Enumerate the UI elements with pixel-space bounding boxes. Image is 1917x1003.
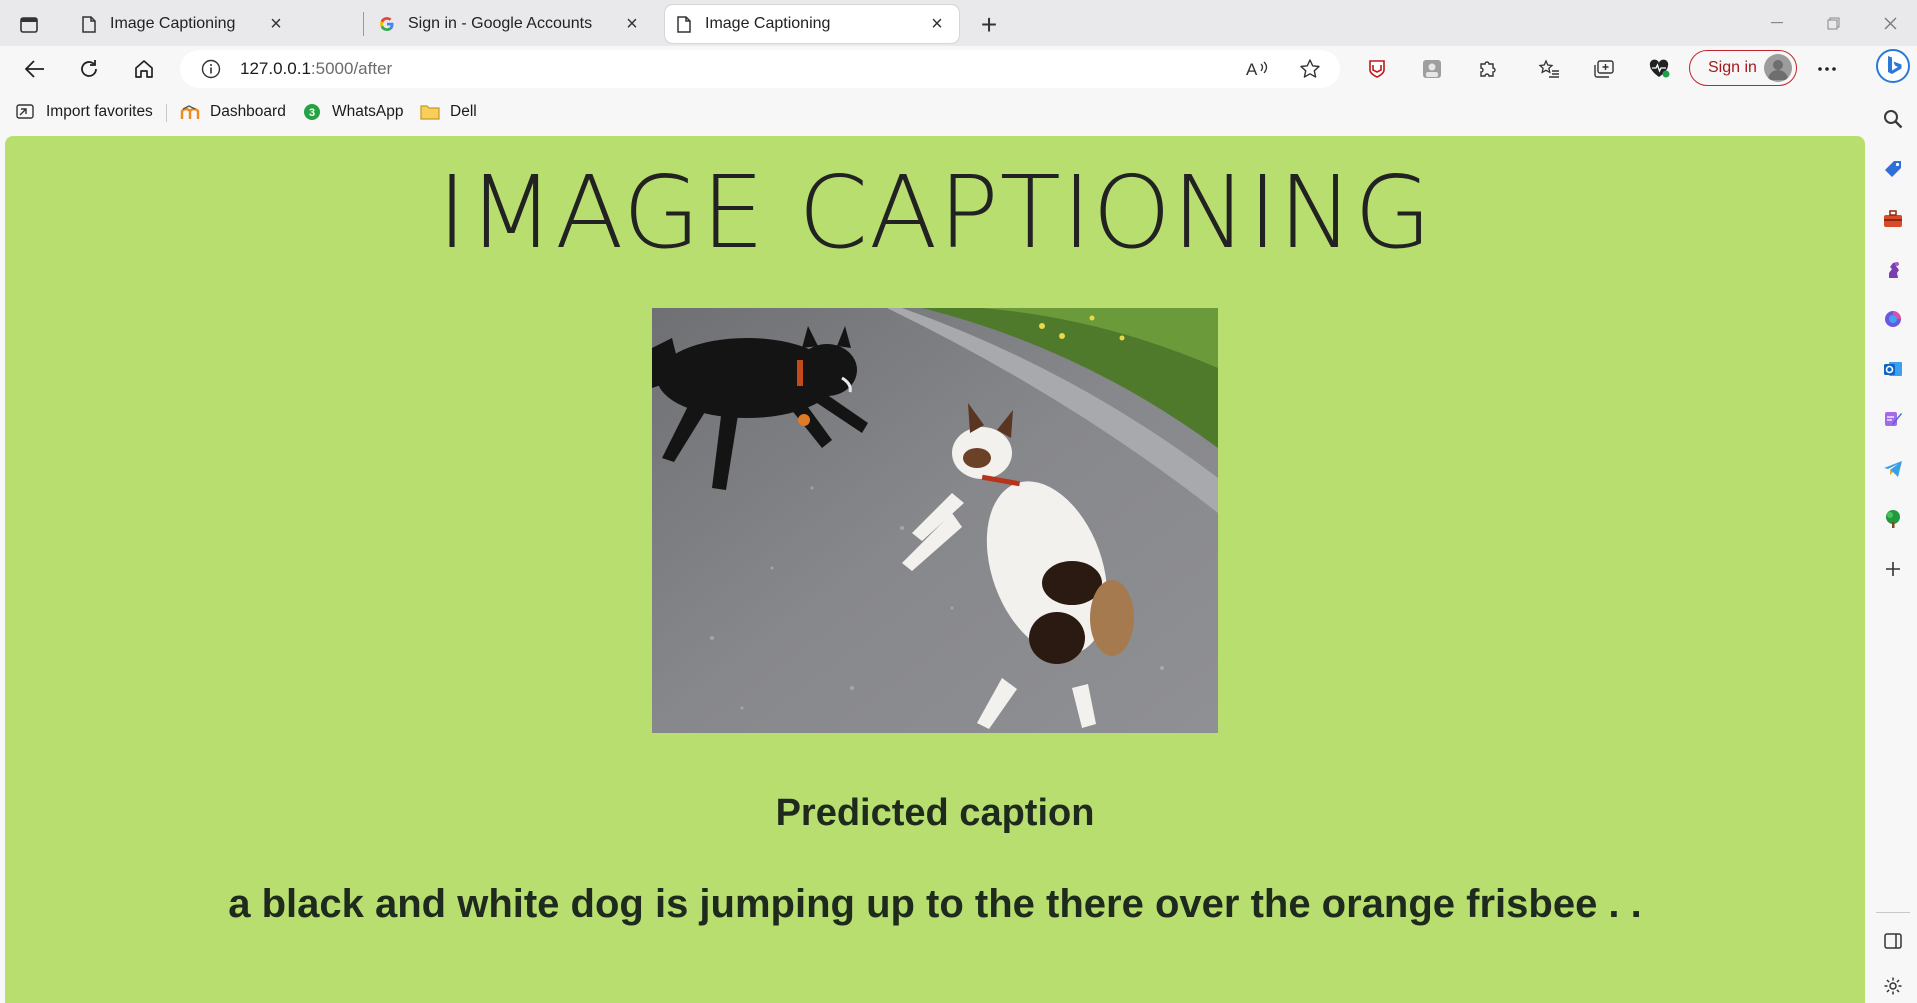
whatsapp-badge: 3: [309, 107, 315, 119]
close-window-icon[interactable]: [1870, 10, 1910, 36]
moodle-icon: [180, 102, 200, 122]
shopping-tag-icon[interactable]: [1878, 154, 1908, 184]
back-arrow-icon[interactable]: [18, 52, 52, 86]
whatsapp-icon: 3: [302, 102, 322, 122]
profile-extension-icon[interactable]: [1415, 52, 1449, 86]
tools-toolbox-icon[interactable]: [1878, 204, 1908, 234]
close-icon[interactable]: ×: [620, 12, 644, 36]
folder-icon: [420, 102, 440, 122]
settings-gear-icon[interactable]: [1878, 971, 1908, 1001]
page-icon: [80, 15, 98, 33]
import-favorites-icon: [16, 102, 36, 122]
close-icon[interactable]: ×: [925, 12, 949, 36]
web-page-content: IMAGE CAPTIONING Predicted caption a bla…: [5, 136, 1865, 1003]
uploaded-image: [652, 308, 1218, 733]
url-host: 127.0.0.1: [240, 59, 311, 78]
outlook-icon[interactable]: [1878, 354, 1908, 384]
tab-title: Sign in - Google Accounts: [408, 15, 593, 32]
close-icon[interactable]: ×: [264, 12, 288, 36]
favorites-bar: Import favorites Dashboard 3 WhatsApp De…: [0, 90, 1917, 134]
tab-image-captioning-active[interactable]: Image Captioning ×: [665, 5, 959, 43]
browser-toolbar: 127.0.0.1:5000/after A Sign in: [0, 46, 1917, 90]
favorite-dell-folder[interactable]: Dell: [420, 100, 477, 124]
send-telegram-icon[interactable]: [1878, 454, 1908, 484]
tab-title: Image Captioning: [705, 15, 831, 32]
url-path: :5000/after: [310, 59, 393, 78]
add-plus-icon[interactable]: [1878, 554, 1908, 584]
browser-essentials-icon[interactable]: [1642, 52, 1676, 86]
mcafee-extension-icon[interactable]: [1360, 52, 1394, 86]
tab-actions-menu-icon[interactable]: [14, 10, 44, 40]
avatar: [1764, 54, 1792, 82]
dogs-photo-illustration: [652, 308, 1218, 733]
sign-in-label: Sign in: [1708, 59, 1757, 76]
collections-icon[interactable]: [1587, 52, 1621, 86]
tab-strip: Image Captioning × Sign in - Google Acco…: [0, 0, 1917, 46]
page-icon: [675, 15, 693, 33]
microsoft-365-icon[interactable]: [1878, 304, 1908, 334]
designer-icon[interactable]: [1878, 404, 1908, 434]
url-text[interactable]: 127.0.0.1:5000/after: [240, 59, 392, 79]
google-g-icon: [378, 15, 396, 33]
read-aloud-icon[interactable]: A: [1242, 54, 1272, 84]
page-title: IMAGE CAPTIONING: [437, 154, 1433, 271]
favorites-list-icon[interactable]: [1532, 52, 1566, 86]
favorite-label: Dashboard: [210, 103, 286, 120]
refresh-icon[interactable]: [72, 52, 106, 86]
sidebar-separator: [1876, 912, 1910, 913]
edge-sidebar: [1868, 46, 1917, 1003]
favorite-label: WhatsApp: [332, 103, 404, 120]
home-icon[interactable]: [127, 52, 161, 86]
favorite-label: Dell: [450, 103, 477, 120]
favorites-separator: [166, 104, 167, 122]
new-tab-plus-icon[interactable]: +: [974, 9, 1004, 40]
favorite-label: Import favorites: [46, 103, 153, 120]
restore-icon[interactable]: [1813, 10, 1853, 36]
caption-heading: Predicted caption: [775, 792, 1095, 834]
minimize-icon[interactable]: [1757, 10, 1797, 36]
tab-title: Image Captioning: [110, 15, 236, 32]
svg-text:A: A: [1246, 60, 1258, 78]
extensions-puzzle-icon[interactable]: [1470, 52, 1504, 86]
address-bar[interactable]: 127.0.0.1:5000/after A: [180, 50, 1340, 88]
search-icon[interactable]: [1878, 104, 1908, 134]
sign-in-button[interactable]: Sign in: [1689, 50, 1797, 86]
site-info-icon[interactable]: [200, 58, 222, 80]
predicted-caption: a black and white dog is jumping up to t…: [228, 882, 1642, 926]
tab-image-captioning-1[interactable]: Image Captioning ×: [62, 5, 298, 43]
favorite-whatsapp[interactable]: 3 WhatsApp: [302, 100, 404, 124]
bing-copilot-icon[interactable]: [1875, 48, 1911, 84]
favorite-star-icon[interactable]: [1295, 54, 1325, 84]
hide-sidebar-icon[interactable]: [1878, 926, 1908, 956]
favorite-dashboard[interactable]: Dashboard: [180, 100, 286, 124]
favorite-import[interactable]: Import favorites: [16, 100, 153, 124]
games-chess-icon[interactable]: [1878, 254, 1908, 284]
tab-google-sign-in[interactable]: Sign in - Google Accounts ×: [368, 5, 654, 43]
tab-separator: [363, 12, 364, 36]
tree-icon[interactable]: [1878, 504, 1908, 534]
more-options-icon[interactable]: [1810, 52, 1844, 86]
